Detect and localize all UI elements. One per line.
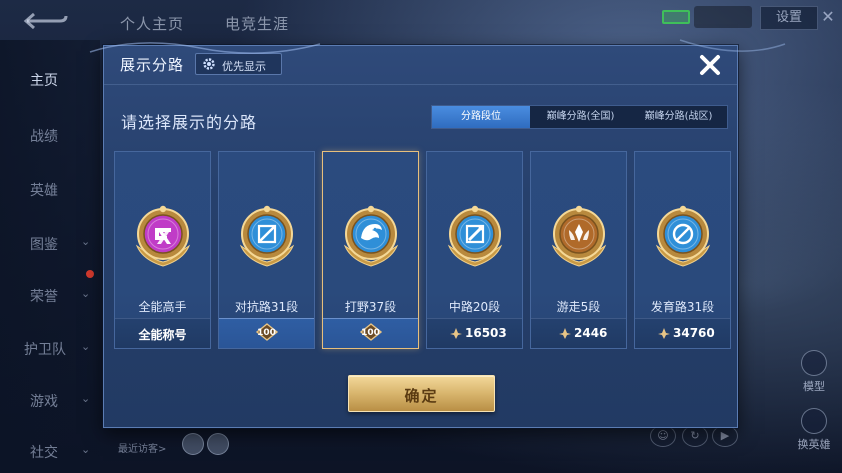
- points-icon: [658, 328, 670, 339]
- all-round-badge-icon: [135, 205, 191, 267]
- lane-card-all-round[interactable]: 全能高手 全能称号: [114, 151, 211, 349]
- sidebar-item-label: 社交: [30, 445, 58, 461]
- sidebar-item-guard-team[interactable]: 护卫队 ⌄: [0, 333, 100, 363]
- badge-gem: [263, 205, 271, 213]
- sidebar-item-label: 战绩: [30, 129, 58, 145]
- lane-rank-label: 游走5段: [556, 300, 601, 314]
- gear-icon: [203, 58, 215, 70]
- sidebar-item-label: 主页: [30, 73, 58, 89]
- network-icon: [662, 10, 690, 24]
- badge-gem: [471, 205, 479, 213]
- priority-display-label: 优先显示: [222, 60, 266, 73]
- tab-lane-rank[interactable]: 分路段位: [432, 106, 530, 128]
- farm-lane-badge-icon: [655, 205, 711, 267]
- display-lane-modal: 展示分路 优先显示 请选择展示的分路 分路段位 巅峰分路(全国) 巅峰分路(战区…: [103, 45, 738, 428]
- sidebar-item-social[interactable]: 社交 ⌄: [0, 436, 100, 466]
- badge-gem: [679, 205, 687, 213]
- sidebar-item-label: 游戏: [30, 394, 58, 410]
- badge-gem: [575, 205, 583, 213]
- star-count: 100: [257, 328, 276, 338]
- chevron-down-icon: ⌄: [81, 443, 91, 456]
- tab-peak-lane-national[interactable]: 巅峰分路(全国): [531, 106, 630, 128]
- card-footer: 16503: [427, 318, 522, 348]
- recent-visitors-link[interactable]: 最近访客>: [118, 440, 166, 455]
- back-arrow-icon[interactable]: [20, 8, 70, 34]
- currency-box: [694, 6, 752, 28]
- tab-profile-home[interactable]: 个人主页: [120, 13, 184, 34]
- lane-card-jungle[interactable]: 打野37段 100: [322, 151, 419, 349]
- card-footer: 100: [323, 318, 418, 348]
- lane-rank-label: 对抗路31段: [234, 300, 299, 314]
- switch-hero-button[interactable]: 换英雄: [790, 408, 838, 452]
- tab-esports-career[interactable]: 电竞生涯: [225, 13, 289, 34]
- confirm-label: 确定: [404, 387, 439, 405]
- chevron-down-icon: ⌄: [81, 340, 91, 353]
- close-icon[interactable]: [696, 51, 724, 79]
- avatar[interactable]: [182, 433, 204, 455]
- jungle-badge-icon: [343, 205, 399, 267]
- sidebar-item-label: 英雄: [30, 183, 58, 199]
- person-icon[interactable]: ☺: [650, 425, 676, 447]
- sidebar-item-label: 护卫队: [24, 342, 66, 358]
- notification-dot: [86, 270, 94, 278]
- sidebar: 主页 战绩 英雄 图鉴 ⌄ 荣誉 ⌄ 护卫队 ⌄ 游戏 ⌄ 社交 ⌄: [0, 40, 100, 473]
- refresh-icon[interactable]: ↻: [682, 425, 708, 447]
- confirm-button[interactable]: 确定: [348, 375, 495, 412]
- mid-lane-badge-icon: [447, 205, 503, 267]
- badge-gem: [159, 205, 167, 213]
- settings-button[interactable]: 设置: [760, 6, 818, 30]
- select-lane-prompt: 请选择展示的分路: [121, 113, 258, 132]
- model-button[interactable]: 模型: [794, 350, 834, 394]
- divider: [104, 84, 737, 85]
- switch-hero-icon: [801, 408, 827, 434]
- points-icon: [559, 328, 571, 339]
- sidebar-item-gallery[interactable]: 图鉴 ⌄: [0, 228, 100, 258]
- priority-display-button[interactable]: 优先显示: [195, 53, 282, 75]
- avatar[interactable]: [207, 433, 229, 455]
- sidebar-item-home[interactable]: 主页: [0, 64, 100, 94]
- sidebar-item-honor[interactable]: 荣誉 ⌄: [0, 270, 100, 310]
- lane-points: 16503: [465, 326, 507, 340]
- lane-rank-label: 中路20段: [448, 300, 501, 314]
- badge-gem: [367, 205, 375, 213]
- sidebar-item-label: 荣誉: [30, 289, 58, 305]
- lane-card-farm[interactable]: 发育路31段 34760: [634, 151, 731, 349]
- lane-points: 34760: [673, 326, 715, 340]
- lane-rank-label: 发育路31段: [650, 300, 715, 314]
- modal-title: 展示分路: [120, 56, 185, 74]
- lane-card-mid[interactable]: 中路20段 16503: [426, 151, 523, 349]
- lane-segment-control: 分路段位 巅峰分路(全国) 巅峰分路(战区): [431, 105, 728, 129]
- model-icon: [801, 350, 827, 376]
- switch-hero-label: 换英雄: [797, 438, 831, 451]
- lane-points: 2446: [574, 326, 608, 340]
- roam-badge-icon: [551, 205, 607, 267]
- tab-peak-lane-region[interactable]: 巅峰分路(战区): [630, 106, 727, 128]
- points-icon: [450, 328, 462, 339]
- chevron-down-icon: ⌄: [81, 235, 91, 248]
- lane-rank-label: 打野37段: [344, 300, 397, 314]
- chevron-down-icon: ⌄: [81, 287, 91, 300]
- card-footer: 34760: [635, 318, 730, 348]
- lane-card-roam[interactable]: 游走5段 2446: [530, 151, 627, 349]
- sidebar-item-label: 图鉴: [30, 237, 58, 253]
- chevron-down-icon: ⌄: [81, 392, 91, 405]
- sidebar-item-record[interactable]: 战绩: [0, 120, 100, 150]
- lane-rank-label: 全能高手: [138, 300, 187, 314]
- model-label: 模型: [803, 380, 825, 393]
- card-footer: 100: [219, 318, 314, 348]
- all-round-title-label: 全能称号: [138, 328, 187, 342]
- play-icon[interactable]: ▶: [712, 425, 738, 447]
- top-bar: 个人主页 电竞生涯 设置 ✕: [0, 0, 842, 40]
- star-count: 100: [361, 328, 380, 338]
- sidebar-item-heroes[interactable]: 英雄: [0, 174, 100, 204]
- card-footer: 全能称号: [115, 318, 210, 348]
- sidebar-item-games[interactable]: 游戏 ⌄: [0, 385, 100, 415]
- clash-lane-badge-icon: [239, 205, 295, 267]
- lane-card-clash[interactable]: 对抗路31段 100: [218, 151, 315, 349]
- card-footer: 2446: [531, 318, 626, 348]
- close-icon[interactable]: ✕: [817, 6, 839, 28]
